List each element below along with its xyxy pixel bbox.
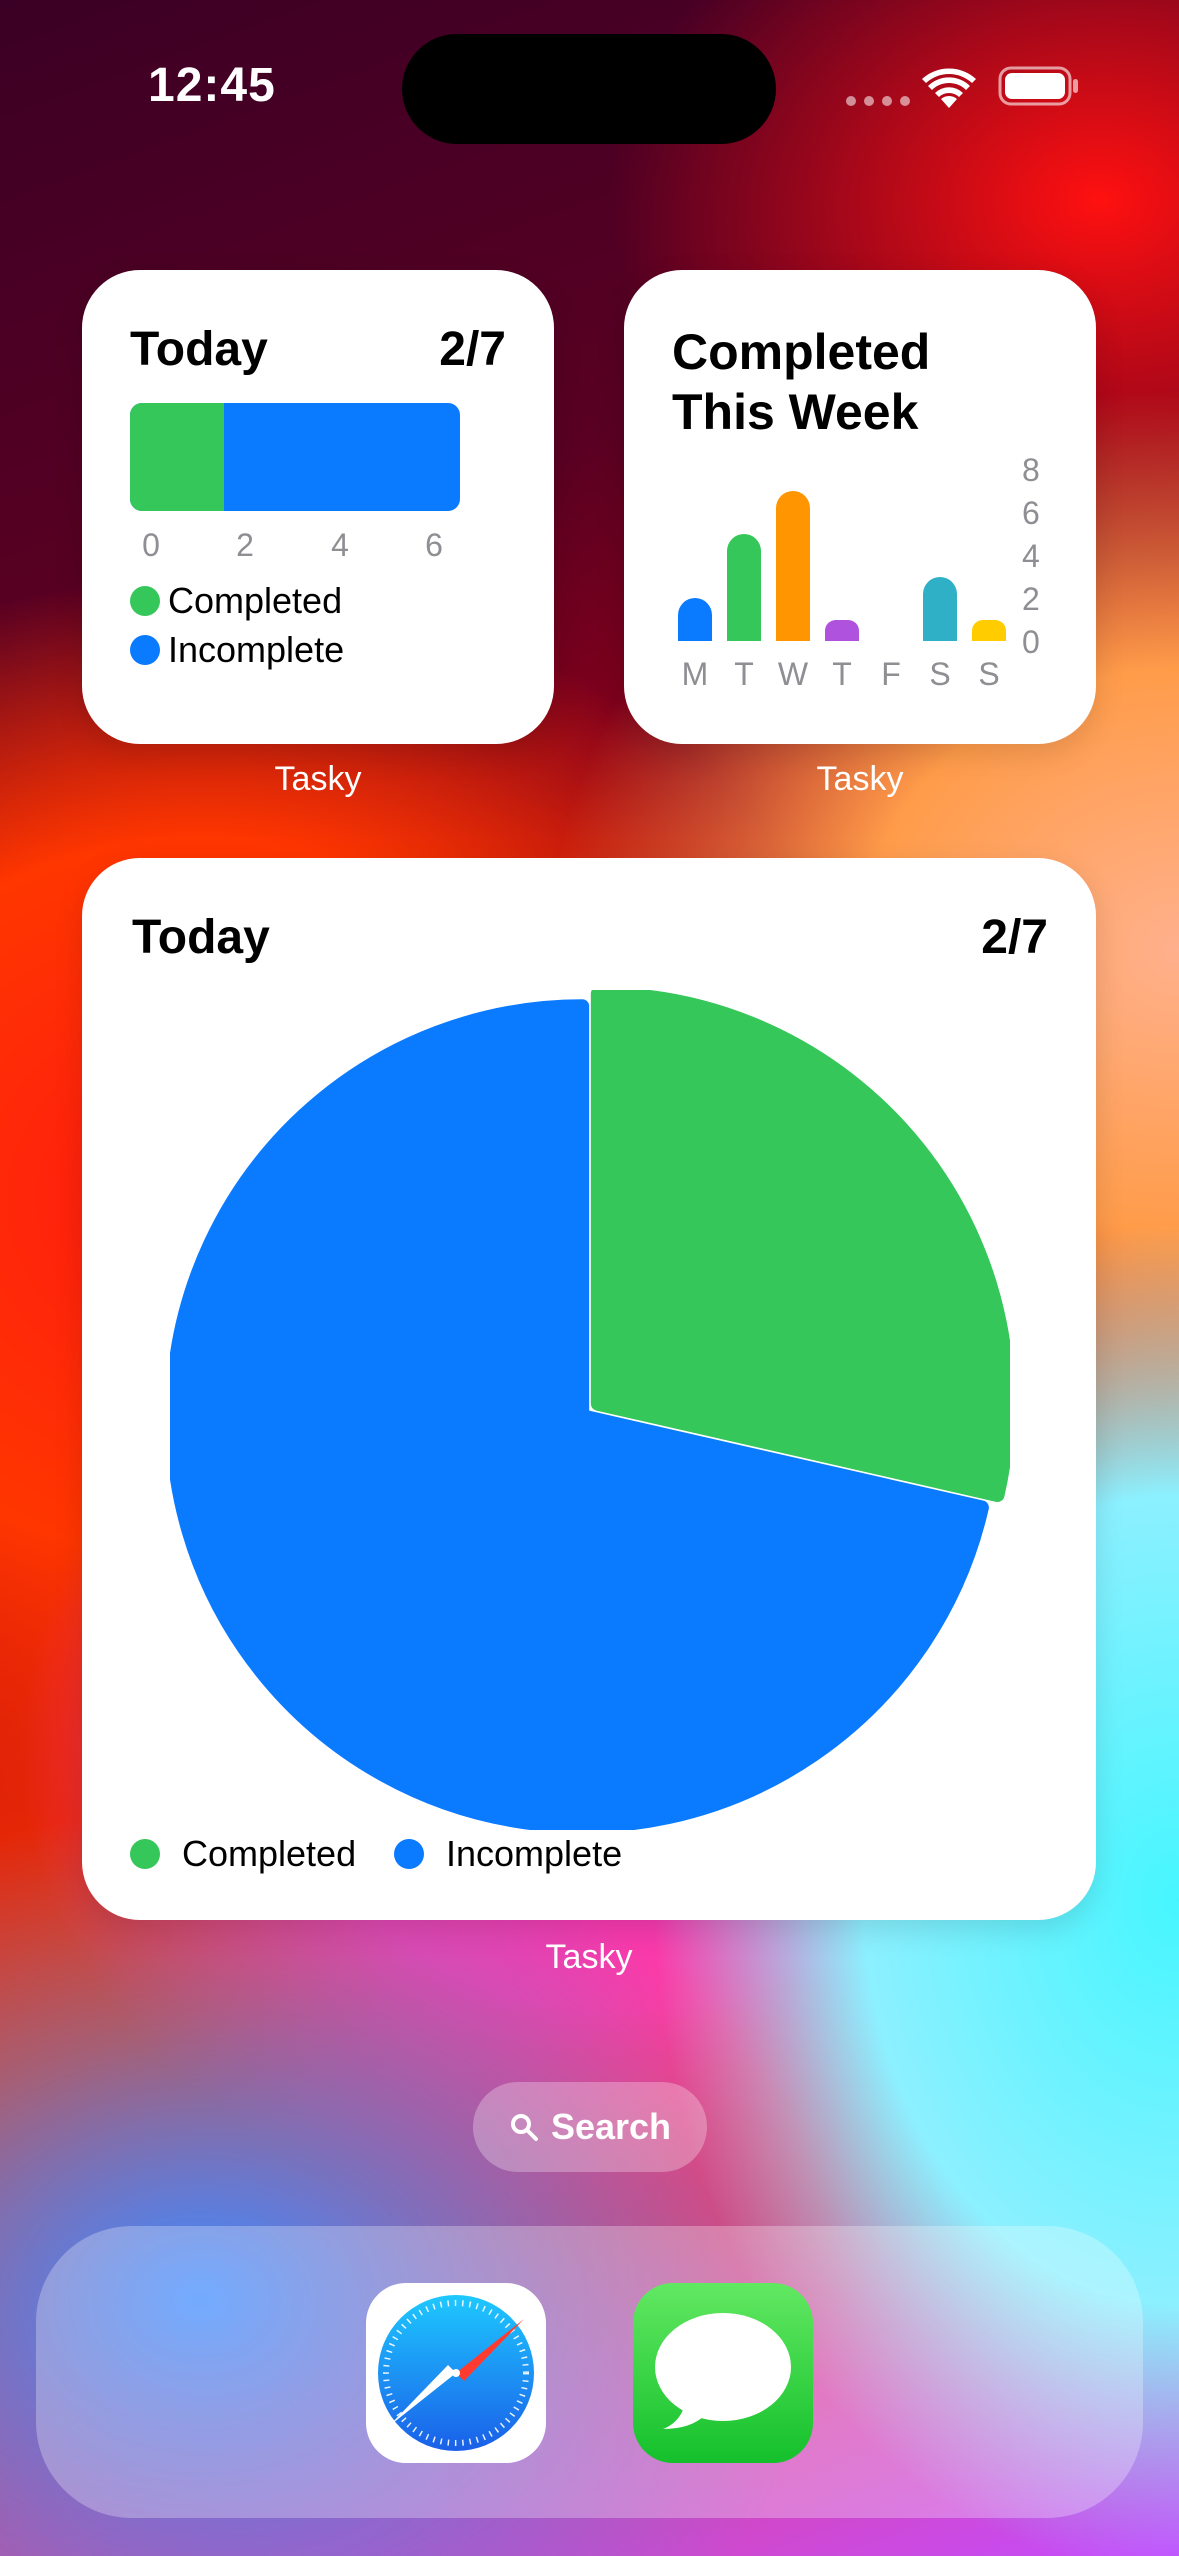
legend-label: Incomplete [446, 1833, 623, 1874]
pie-chart [170, 990, 1010, 1830]
legend-incomplete: Incomplete [130, 629, 344, 671]
blue-dot-icon [394, 1839, 424, 1869]
week-day-label: T [832, 656, 852, 692]
week-day-label: F [881, 656, 901, 692]
week-bar [678, 598, 712, 641]
today-progress-bar [130, 403, 460, 511]
widget-title-line: Completed [672, 324, 931, 380]
widget-count: 2/7 [439, 323, 506, 376]
dock [36, 2226, 1143, 2518]
search-label: Search [550, 2106, 672, 2147]
legend-label: Incomplete [168, 629, 345, 670]
legend-label: Completed [168, 580, 343, 621]
battery-icon [998, 66, 1078, 106]
green-dot-icon [130, 1839, 160, 1869]
week-bar [923, 576, 957, 641]
week-bar [825, 619, 859, 641]
dynamic-island [402, 34, 776, 144]
axis-tick: 6 [425, 527, 443, 563]
wifi-icon [922, 68, 976, 108]
axis-tick: 4 [331, 527, 349, 563]
widget-title-line: This Week [672, 384, 919, 440]
legend-completed: Completed [130, 580, 342, 622]
axis-tick: 0 [142, 527, 160, 563]
week-bar [776, 490, 810, 641]
messages-icon[interactable] [633, 2283, 813, 2463]
week-bar [727, 533, 761, 641]
legend-label: Completed [182, 1833, 357, 1874]
legend-incomplete: Incomplete [394, 1833, 622, 1875]
blue-dot-icon [130, 635, 160, 665]
axis-tick: 2 [236, 527, 254, 563]
week-day-label: S [978, 656, 1000, 692]
cellular-signal-icon [846, 96, 910, 106]
widget-title: Today [130, 323, 268, 376]
home-search-button[interactable]: Search [473, 2082, 707, 2172]
search-icon [510, 2114, 538, 2141]
week-day-label: T [734, 656, 754, 692]
week-day-label: W [777, 656, 809, 692]
widget-app-label: Tasky [274, 760, 362, 798]
widget-app-label: Tasky [816, 760, 904, 798]
pie-slice-completed [590, 990, 1010, 1502]
week-day-label: S [929, 656, 951, 692]
week-day-label: M [681, 656, 709, 692]
week-bar [972, 619, 1006, 641]
week-y-tick: 8 [1022, 452, 1040, 488]
legend-completed: Completed [130, 1833, 356, 1875]
status-bar: 12:45 [0, 0, 1179, 170]
completed-bar-segment [130, 403, 225, 511]
widget-count: 2/7 [981, 911, 1048, 964]
widget-app-label: Tasky [545, 1938, 633, 1976]
widget-title: Completed This Week [672, 322, 930, 442]
safari-icon[interactable] [366, 2283, 546, 2463]
status-time: 12:45 [148, 59, 276, 112]
green-dot-icon [130, 586, 160, 616]
week-y-tick: 4 [1022, 538, 1040, 574]
week-y-tick: 2 [1022, 581, 1040, 617]
week-y-tick: 6 [1022, 495, 1040, 531]
week-y-tick: 0 [1022, 624, 1040, 660]
widget-title: Today [132, 911, 270, 964]
